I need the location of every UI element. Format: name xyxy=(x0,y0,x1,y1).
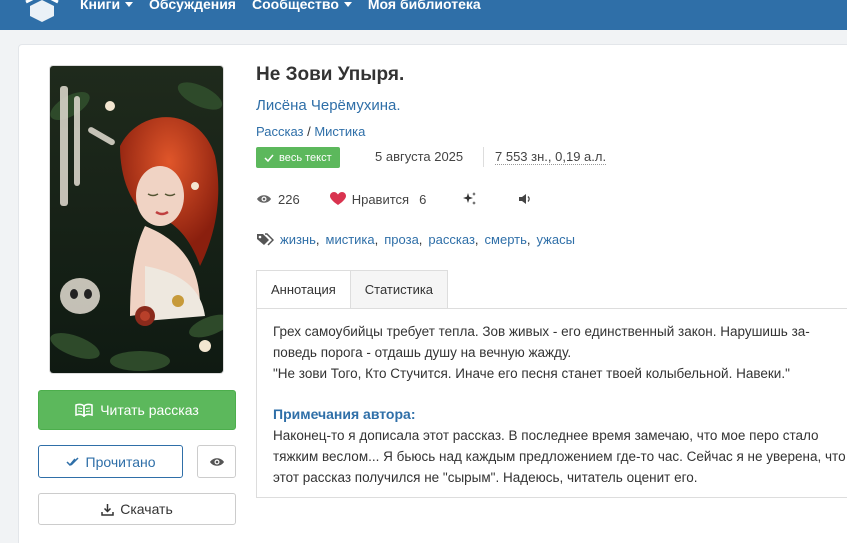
book-title: Не Зови Упыря. xyxy=(256,64,405,85)
eye-icon xyxy=(209,457,224,466)
nav-item-label: Обсуждения xyxy=(149,0,236,12)
annotation-line: "Не зови Того, Кто Стучится. Иначе его п… xyxy=(273,366,790,381)
tag-separator: , xyxy=(374,232,379,247)
tab-annotation[interactable]: Аннотация xyxy=(256,270,351,309)
notes-line: Наконец-то я дописала этот рассказ. В по… xyxy=(273,428,819,443)
main-nav: Книги Обсуждения Сообщество Моя библиоте… xyxy=(80,0,481,12)
eye-icon xyxy=(257,195,271,203)
chevron-down-icon xyxy=(125,1,134,7)
genre-separator: / xyxy=(303,124,315,139)
nav-item-label: Сообщество xyxy=(251,0,339,12)
tag-link[interactable]: проза xyxy=(384,232,419,247)
genre-link-story[interactable]: Рассказ xyxy=(256,124,304,139)
nav-item-label: Моя библиотека xyxy=(367,0,481,12)
tag-separator: , xyxy=(315,232,320,247)
tag-separator: , xyxy=(474,232,479,247)
annotation-panel: Грех самоубийцы требует тепла. Зов живых… xyxy=(256,308,847,498)
audio-button[interactable] xyxy=(518,193,532,205)
author-notes-text: Наконец-то я дописала этот рассказ. В по… xyxy=(273,425,847,488)
text-size[interactable]: 7 553 зн., 0,19 а.л. xyxy=(495,149,607,165)
tag-link[interactable]: рассказ xyxy=(428,232,474,247)
tags-icon xyxy=(257,232,274,246)
like-label: Нравится xyxy=(351,191,410,207)
mark-read-label: Прочитано xyxy=(85,453,156,470)
mark-read-button[interactable]: Прочитано xyxy=(38,445,183,478)
check-icon xyxy=(264,154,274,162)
top-navbar: Книги Обсуждения Сообщество Моя библиоте… xyxy=(0,0,847,30)
sparkle-icon xyxy=(463,192,477,205)
annotation-line: поведь порога - отдашь душу на вечную жа… xyxy=(273,345,572,360)
tag-separator: , xyxy=(418,232,423,247)
tag-separator: , xyxy=(526,232,531,247)
tag-link[interactable]: жизнь xyxy=(280,232,316,247)
download-button[interactable]: Скачать xyxy=(38,493,236,525)
sparkle-button[interactable] xyxy=(462,191,478,207)
tab-statistics[interactable]: Статистика xyxy=(350,270,449,309)
open-book-icon xyxy=(75,403,93,417)
views-count: 226 xyxy=(278,191,300,207)
genre-breadcrumb: Рассказ / Мистика xyxy=(256,124,365,139)
nav-item-discussions[interactable]: Обсуждения xyxy=(149,0,236,12)
book-cover-image[interactable] xyxy=(49,65,224,374)
double-check-icon xyxy=(65,456,79,466)
info-tabs: Аннотация Статистика xyxy=(256,270,449,309)
like-button[interactable]: Нравится 6 xyxy=(329,191,427,207)
read-story-button[interactable]: Читать рассказ xyxy=(38,390,236,430)
annotation-text: Грех самоубийцы требует тепла. Зов живых… xyxy=(273,321,847,384)
download-label: Скачать xyxy=(120,501,173,517)
nav-item-label: Книги xyxy=(80,0,121,12)
full-text-badge: весь текст xyxy=(256,147,340,168)
heart-icon xyxy=(329,192,346,205)
meta-divider xyxy=(483,147,484,167)
download-icon xyxy=(101,503,114,516)
tag-link[interactable]: смерть xyxy=(485,232,527,247)
notes-line: тяжким веслом... Я бьюсь над каждым пред… xyxy=(273,449,822,464)
read-story-label: Читать рассказ xyxy=(100,402,199,418)
stats-row: 226 Нравится 6 xyxy=(256,191,532,207)
nav-item-my-library[interactable]: Моя библиотека xyxy=(368,0,481,12)
watch-button[interactable] xyxy=(197,445,236,478)
publish-date: 5 августа 2025 xyxy=(375,149,464,164)
badge-label: весь текст xyxy=(279,151,332,164)
cover-illustration xyxy=(50,66,223,373)
genre-link-mystic[interactable]: Мистика xyxy=(314,124,365,139)
nav-item-community[interactable]: Сообщество xyxy=(252,0,352,12)
nav-item-books[interactable]: Книги xyxy=(80,0,134,12)
tag-link[interactable]: мистика xyxy=(326,232,375,247)
views-stat: 226 xyxy=(256,192,300,207)
tag-link[interactable]: ужасы xyxy=(537,232,575,247)
tags-row: жизнь, мистика, проза, рассказ, смерть, … xyxy=(256,232,575,247)
chevron-down-icon xyxy=(343,1,352,7)
annotation-line: Грех самоубийцы требует тепла. Зов живых… xyxy=(273,324,810,339)
site-logo-icon[interactable] xyxy=(22,0,62,22)
likes-count: 6 xyxy=(419,191,427,207)
author-notes-heading: Примечания автора: xyxy=(273,406,416,422)
speaker-icon xyxy=(519,194,531,204)
author-link[interactable]: Лисёна Черёмухина. xyxy=(256,97,401,114)
